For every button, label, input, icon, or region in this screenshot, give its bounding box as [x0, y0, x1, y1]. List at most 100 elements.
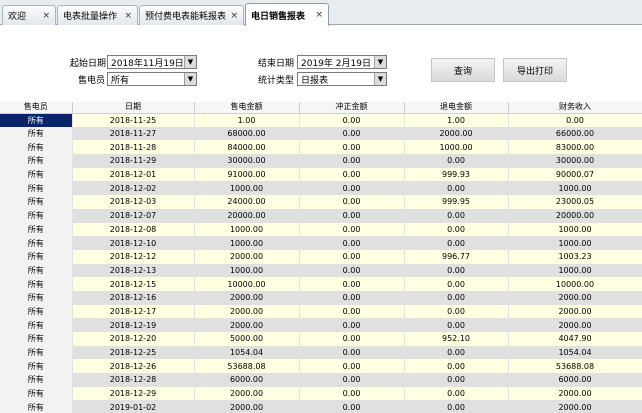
cell-reversal-amount: 0.00 — [299, 249, 405, 264]
cell-seller: 所有 — [0, 126, 73, 141]
cell-financial-income: 4047.90 — [508, 332, 642, 346]
tab-meter-batch[interactable]: 电表批量操作 × — [57, 5, 138, 25]
cell-sales-amount: 1000.00 — [194, 263, 300, 278]
dropdown-arrow-icon[interactable]: ▼ — [374, 73, 386, 85]
cell-seller: 所有 — [0, 400, 73, 413]
cell-financial-income: 66000.00 — [508, 126, 642, 141]
close-icon[interactable]: × — [230, 11, 238, 21]
tab-prepaid-report[interactable]: 预付费电表能耗报表 × — [139, 5, 244, 25]
dropdown-arrow-icon[interactable]: ▼ — [184, 56, 196, 68]
cell-seller: 所有 — [0, 181, 73, 196]
column-header-date[interactable]: 日期 — [72, 102, 195, 114]
end-date-picker[interactable]: 2019年 2月19日 ▼ — [297, 55, 387, 69]
table-row[interactable]: 所有 2018-12-20 5000.00 0.00 952.10 4047.90 — [0, 332, 642, 346]
seller-value: 所有 — [111, 75, 130, 86]
filter-form: 起始日期 2018年11月19日 ▼ 结束日期 2019年 2月19日 ▼ 售电… — [0, 26, 642, 100]
cell-refund-amount: 999.95 — [404, 195, 509, 209]
table-row[interactable]: 所有 2018-12-16 2000.00 0.00 0.00 2000.00 — [0, 290, 642, 305]
cell-sales-amount: 20000.00 — [194, 208, 300, 223]
cell-date: 2019-01-02 — [72, 400, 195, 413]
cell-financial-income: 53688.08 — [508, 359, 642, 374]
cell-refund-amount: 0.00 — [404, 181, 509, 196]
table-row[interactable]: 所有 2018-12-19 2000.00 0.00 0.00 2000.00 — [0, 318, 642, 332]
column-header-reversal-amount[interactable]: 冲正金额 — [299, 102, 405, 114]
tab-label: 电日销售报表 — [251, 11, 306, 22]
cell-refund-amount: 0.00 — [404, 222, 509, 237]
cell-seller: 所有 — [0, 318, 73, 332]
cell-financial-income: 1000.00 — [508, 181, 642, 196]
cell-reversal-amount: 0.00 — [299, 290, 405, 305]
dropdown-arrow-icon[interactable]: ▼ — [374, 56, 386, 68]
table-row[interactable]: 所有 2018-12-10 1000.00 0.00 0.00 1000.00 — [0, 236, 642, 250]
table-row[interactable]: 所有 2018-12-28 6000.00 0.00 0.00 6000.00 — [0, 373, 642, 387]
cell-sales-amount: 2000.00 — [194, 249, 300, 264]
cell-reversal-amount: 0.00 — [299, 386, 405, 401]
table-row[interactable]: 所有 2018-11-27 68000.00 0.00 2000.00 66000.00 — [0, 126, 642, 141]
start-date-picker[interactable]: 2018年11月19日 ▼ — [107, 55, 197, 69]
cell-date: 2018-12-25 — [72, 345, 195, 360]
table-row[interactable]: 所有 2018-12-26 53688.08 0.00 0.00 53688.08 — [0, 359, 642, 374]
tab-welcome[interactable]: 欢迎 × — [2, 5, 56, 25]
cell-reversal-amount: 0.00 — [299, 373, 405, 387]
cell-seller: 所有 — [0, 290, 73, 305]
table-row[interactable]: 所有 2018-11-29 30000.00 0.00 0.00 30000.00 — [0, 154, 642, 168]
close-icon[interactable]: × — [315, 10, 323, 20]
cell-reversal-amount: 0.00 — [299, 304, 405, 319]
cell-financial-income: 1000.00 — [508, 236, 642, 250]
table-row[interactable]: 所有 2019-01-02 2000.00 0.00 0.00 2000.00 — [0, 400, 642, 413]
cell-seller: 所有 — [0, 345, 73, 360]
cell-refund-amount: 0.00 — [404, 400, 509, 413]
cell-sales-amount: 1000.00 — [194, 181, 300, 196]
table-row[interactable]: 所有 2018-12-02 1000.00 0.00 0.00 1000.00 — [0, 181, 642, 196]
cell-seller: 所有 — [0, 277, 73, 291]
tab-daily-sales-report[interactable]: 电日销售报表 × — [245, 3, 329, 26]
table-row[interactable]: 所有 2018-12-01 91000.00 0.00 999.93 90000.07 — [0, 167, 642, 182]
table-row[interactable]: 所有 2018-12-08 1000.00 0.00 0.00 1000.00 — [0, 222, 642, 237]
column-header-financial-income[interactable]: 财务收入 — [508, 102, 642, 114]
cell-refund-amount: 0.00 — [404, 290, 509, 305]
table-row[interactable]: 所有 2018-12-25 1054.04 0.00 0.00 1054.04 — [0, 345, 642, 360]
table-row[interactable]: 所有 2018-12-07 20000.00 0.00 0.00 20000.00 — [0, 208, 642, 223]
close-icon[interactable]: × — [124, 11, 132, 21]
table-row[interactable]: 所有 2018-12-15 10000.00 0.00 0.00 10000.00 — [0, 277, 642, 291]
table-row[interactable]: 所有 2018-12-03 24000.00 0.00 999.95 23000.05 — [0, 195, 642, 209]
cell-financial-income: 20000.00 — [508, 208, 642, 223]
table-row[interactable]: 所有 2018-12-29 2000.00 0.00 0.00 2000.00 — [0, 386, 642, 401]
table-row[interactable]: 所有 2018-11-28 84000.00 0.00 1000.00 83000.00 — [0, 140, 642, 155]
cell-reversal-amount: 0.00 — [299, 167, 405, 182]
cell-sales-amount: 91000.00 — [194, 167, 300, 182]
cell-refund-amount: 952.10 — [404, 332, 509, 346]
cell-date: 2018-12-16 — [72, 290, 195, 305]
cell-financial-income: 2000.00 — [508, 400, 642, 413]
cell-sales-amount: 30000.00 — [194, 154, 300, 168]
cell-seller: 所有 — [0, 304, 73, 319]
table-row[interactable]: 所有 2018-11-25 1.00 0.00 1.00 0.00 — [0, 113, 642, 127]
table-row[interactable]: 所有 2018-12-17 2000.00 0.00 0.00 2000.00 — [0, 304, 642, 319]
cell-sales-amount: 6000.00 — [194, 373, 300, 387]
stat-type-select[interactable]: 日报表 ▼ — [297, 72, 387, 86]
cell-seller: 所有 — [0, 359, 73, 374]
export-print-button[interactable]: 导出打印 — [503, 58, 567, 82]
cell-financial-income: 90000.07 — [508, 167, 642, 182]
cell-financial-income: 2000.00 — [508, 318, 642, 332]
cell-reversal-amount: 0.00 — [299, 400, 405, 413]
cell-seller: 所有 — [0, 208, 73, 223]
cell-seller: 所有 — [0, 222, 73, 237]
dropdown-arrow-icon[interactable]: ▼ — [184, 73, 196, 85]
table-row[interactable]: 所有 2018-12-13 1000.00 0.00 0.00 1000.00 — [0, 263, 642, 278]
seller-select[interactable]: 所有 ▼ — [107, 72, 197, 86]
close-icon[interactable]: × — [42, 11, 50, 21]
column-header-seller[interactable]: 售电员 — [0, 102, 73, 114]
end-date-label: 结束日期 — [258, 59, 295, 69]
cell-sales-amount: 2000.00 — [194, 318, 300, 332]
cell-seller: 所有 — [0, 249, 73, 264]
cell-refund-amount: 0.00 — [404, 373, 509, 387]
table-header-row: 售电员 日期 售电金额 冲正金额 退电金额 财务收入 — [0, 102, 642, 114]
cell-date: 2018-11-25 — [72, 113, 195, 127]
column-header-sales-amount[interactable]: 售电金额 — [194, 102, 300, 114]
query-button[interactable]: 查询 — [431, 58, 495, 82]
table-row[interactable]: 所有 2018-12-12 2000.00 0.00 996.77 1003.23 — [0, 249, 642, 264]
cell-seller: 所有 — [0, 386, 73, 401]
cell-sales-amount: 84000.00 — [194, 140, 300, 155]
column-header-refund-amount[interactable]: 退电金额 — [404, 102, 509, 114]
